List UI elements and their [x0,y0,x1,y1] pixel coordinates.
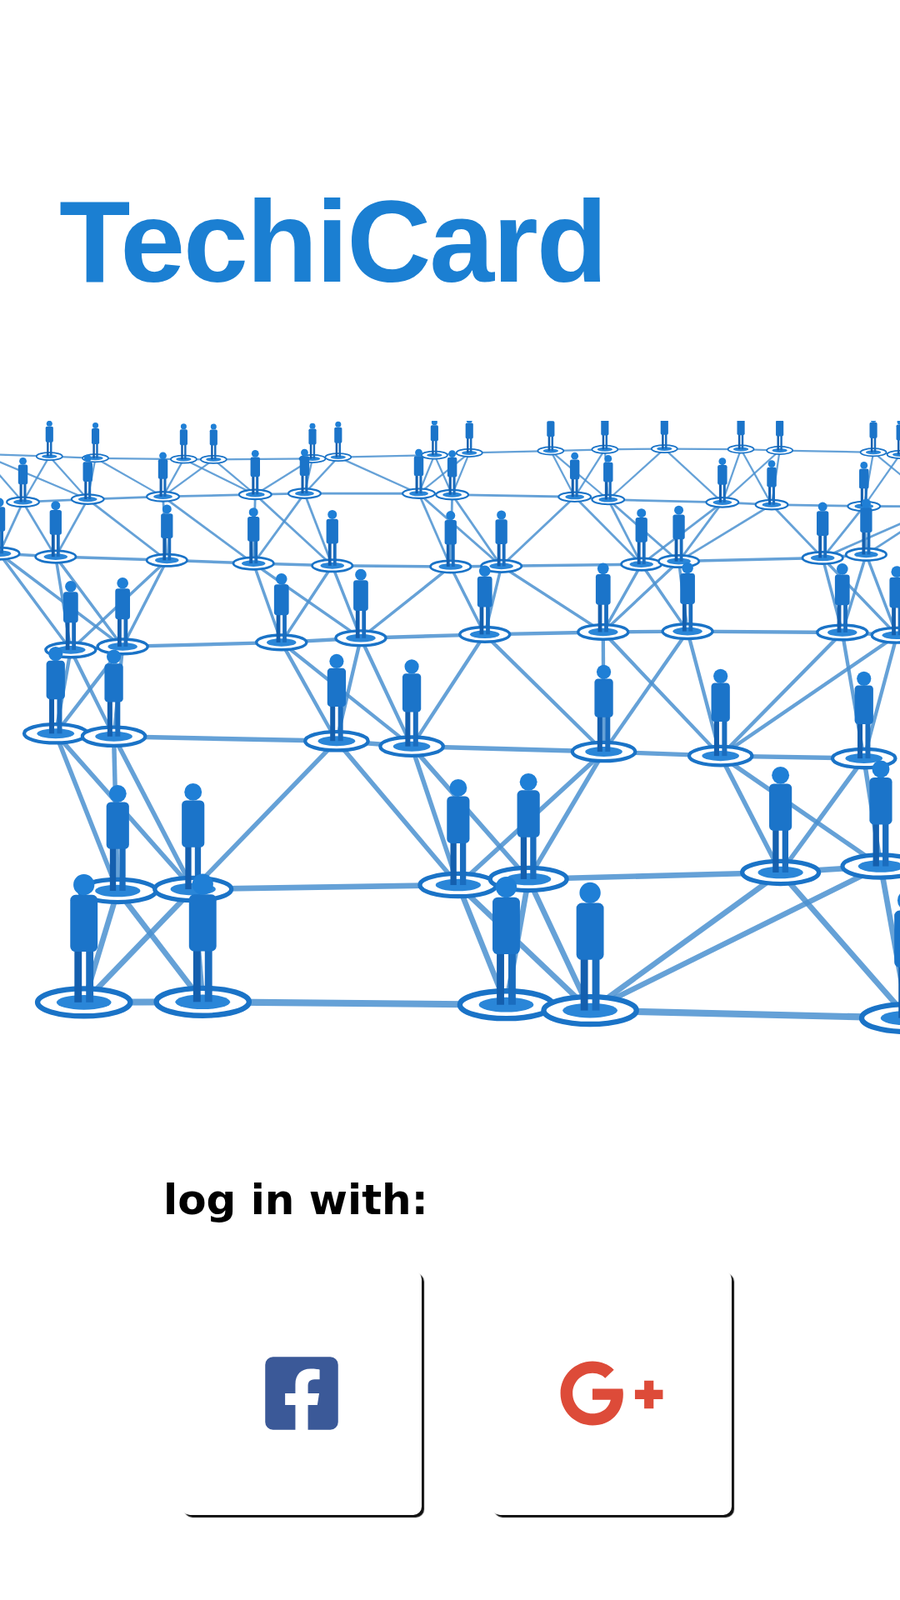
person-figure [435,450,469,500]
person-figure [871,565,900,643]
person-figure [170,423,197,463]
provider-row [0,1270,900,1515]
person-figure [288,449,321,499]
person-figure [558,452,591,502]
person-figure [35,500,76,563]
person-figure [591,420,618,454]
person-figure [146,504,187,566]
person-figure [97,577,148,655]
login-label: log in with: [163,1175,900,1225]
app-title: TechiCard [0,0,900,300]
person-figure [658,505,699,568]
person-figure [82,649,146,745]
person-figure [847,461,880,511]
person-figure [742,766,820,885]
person-figure [705,457,739,507]
person-figure [325,421,351,461]
google-plus-login-button[interactable] [491,1270,732,1515]
login-screen: TechiCard log in with: [0,0,900,1600]
person-figure [621,508,662,570]
person-figure [572,665,636,761]
person-figure [239,450,272,500]
person-figure [155,783,232,901]
person-figure [460,565,510,642]
person-figure [832,671,896,768]
person-figure [861,890,900,1032]
person-figure [82,422,109,462]
person-figure [845,499,886,561]
person-figure [755,460,789,510]
person-figure [402,449,435,499]
person-figure [45,580,96,658]
person-figure [156,873,250,1015]
person-figure [460,876,553,1019]
person-figure [71,455,105,505]
person-figure [689,669,753,765]
person-figure [256,573,307,650]
person-figure [537,420,564,455]
person-figure [766,420,793,455]
person-figure [24,646,88,743]
person-figure [480,510,521,572]
person-figure [36,420,63,460]
person-figure [430,510,471,573]
person-figure [233,507,274,570]
person-figure [200,424,227,464]
person-figure [146,451,180,501]
person-figure [817,563,868,640]
network-illustration [0,420,900,1167]
person-figure [802,502,843,565]
person-figure [591,455,625,505]
person-figure [380,659,444,755]
person-figure [662,562,713,640]
person-figure [37,874,130,1016]
person-figure [651,420,678,453]
person-figure [887,420,900,459]
person-figure [490,773,567,891]
person-figure [6,457,40,507]
person-figure [335,569,386,646]
person-figure [0,497,20,560]
person-figure [578,563,629,640]
google-plus-icon [558,1340,665,1447]
person-figure [421,420,448,460]
person-figure [420,779,497,897]
person-figure [543,882,636,1025]
person-figure [860,420,887,456]
person-figure [842,760,900,878]
person-figure [456,420,483,457]
facebook-icon [260,1351,344,1435]
person-figure [305,654,369,750]
facebook-login-button[interactable] [181,1270,422,1515]
person-figure [312,510,353,572]
person-figure [728,420,755,454]
